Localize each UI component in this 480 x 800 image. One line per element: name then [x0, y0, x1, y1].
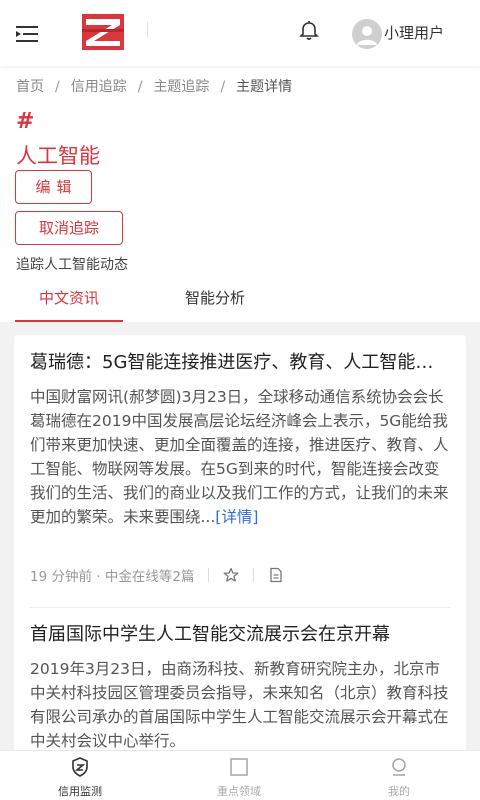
star-icon[interactable]	[223, 567, 239, 583]
untrack-button[interactable]: 取消追踪	[15, 211, 123, 245]
article-meta: 19 分钟前 · 中金在线等2篇	[30, 563, 450, 587]
article-item: 首届国际中学生人工智能交流展示会在京开幕 2019年3月23日，由商汤科技、新教…	[30, 621, 450, 753]
nav-label: 信用监测	[58, 785, 102, 798]
top-bar: 小理用户	[0, 0, 480, 66]
breadcrumb-topic-tracking[interactable]: 主题追踪	[153, 76, 209, 96]
article-item: 葛瑞德：5G智能连接推进医疗、教育、人工智能、物联网等发展 中国财富网讯(郝梦圆…	[30, 349, 450, 587]
breadcrumb-credit-tracking[interactable]: 信用追踪	[71, 76, 127, 96]
nav-credit-monitor[interactable]: 信用监测	[40, 757, 120, 799]
article-meta-text[interactable]: 19 分钟前 · 中金在线等2篇	[30, 565, 194, 585]
credit-monitor-icon	[72, 757, 88, 777]
article-summary: 2019年3月23日，由商汤科技、新教育研究院主办，北京市中关村科技园区管理委员…	[30, 660, 449, 750]
article-divider	[30, 607, 450, 608]
topic-title: 人工智能	[16, 144, 100, 168]
nav-key-areas[interactable]: 重点领域	[199, 757, 279, 799]
article-list: 葛瑞德：5G智能连接推进医疗、教育、人工智能、物联网等发展 中国财富网讯(郝梦圆…	[14, 335, 466, 765]
topic-hash: #	[16, 109, 35, 134]
username[interactable]: 小理用户	[384, 22, 444, 43]
article-title[interactable]: 葛瑞德：5G智能连接推进医疗、教育、人工智能、物联网等发展	[30, 349, 450, 377]
article-title[interactable]: 首届国际中学生人工智能交流展示会在京开幕	[30, 621, 450, 649]
nav-profile[interactable]: 我的	[359, 757, 439, 799]
edit-button[interactable]: 编辑	[15, 170, 92, 204]
detail-link[interactable]: [详情]	[215, 508, 258, 526]
tab-bar: 中文资讯 智能分析	[0, 276, 480, 322]
meta-divider	[253, 568, 255, 582]
nav-label: 重点领域	[217, 785, 261, 798]
document-icon[interactable]	[268, 567, 284, 583]
meta-divider	[208, 568, 210, 582]
breadcrumb-separator: /	[220, 79, 226, 95]
breadcrumb: 首页 / 信用追踪 / 主题追踪 / 主题详情	[16, 76, 292, 96]
menu-icon[interactable]	[16, 24, 40, 44]
article-body: 2019年3月23日，由商汤科技、新教育研究院主办，北京市中关村科技园区管理委员…	[30, 657, 450, 753]
bell-icon[interactable]	[298, 20, 320, 42]
topic-description: 追踪人工智能动态	[16, 257, 128, 273]
avatar[interactable]	[352, 19, 382, 49]
breadcrumb-current: 主题详情	[236, 79, 293, 95]
tab-smart-analysis[interactable]: 智能分析	[160, 276, 270, 322]
z-logo-icon[interactable]	[82, 14, 124, 50]
tab-chinese-news[interactable]: 中文资讯	[15, 276, 123, 322]
nav-label: 我的	[388, 785, 410, 798]
article-body: 中国财富网讯(郝梦圆)3月23日，全球移动通信系统协会会长葛瑞德在2019中国发…	[30, 385, 450, 553]
breadcrumb-home[interactable]: 首页	[16, 76, 44, 96]
breadcrumb-separator: /	[55, 79, 60, 95]
logo-separator	[147, 22, 148, 38]
user-avatar-icon	[357, 26, 377, 45]
breadcrumb-separator: /	[137, 79, 143, 95]
square-icon	[230, 758, 248, 776]
article-summary: 中国财富网讯(郝梦圆)3月23日，全球移动通信系统协会会长葛瑞德在2019中国发…	[30, 388, 449, 526]
profile-icon	[392, 758, 406, 776]
bottom-nav: 信用监测 重点领域 我的	[0, 750, 480, 800]
